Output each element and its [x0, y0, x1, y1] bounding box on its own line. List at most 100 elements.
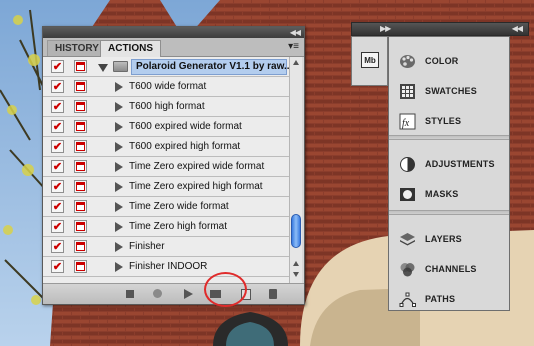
- stop-icon[interactable]: [126, 290, 134, 298]
- toggle-checkbox[interactable]: ✔: [51, 80, 64, 93]
- expand-triangle-icon[interactable]: [115, 182, 123, 192]
- adjustments-icon: [400, 157, 415, 172]
- mask-icon: [400, 188, 415, 201]
- dialog-toggle-icon[interactable]: [74, 220, 87, 233]
- expand-triangle-icon[interactable]: [115, 242, 123, 252]
- action-name: Time Zero high format: [129, 221, 227, 232]
- expand-triangle-icon[interactable]: [115, 82, 123, 92]
- dock-item-adjustments[interactable]: ADJUSTMENTS: [389, 149, 509, 179]
- dialog-toggle-icon[interactable]: [74, 100, 87, 113]
- collapse-dock-icon[interactable]: ◀◀: [512, 23, 523, 35]
- expand-triangle-icon[interactable]: [115, 122, 123, 132]
- dock-titlebar[interactable]: ▶▶ ◀◀: [351, 22, 529, 36]
- play-icon[interactable]: [184, 289, 193, 299]
- action-name: Finisher: [129, 241, 165, 252]
- action-name: T600 wide format: [129, 81, 207, 92]
- action-list: ✔ Polaroid Generator V1.1 by raw... ✔ T6…: [43, 57, 289, 283]
- dock-item-swatches[interactable]: SWATCHES: [389, 76, 509, 106]
- action-set-row[interactable]: ✔ Polaroid Generator V1.1 by raw...: [43, 57, 289, 77]
- scroll-down-arrow-icon[interactable]: [293, 272, 299, 277]
- tab-actions[interactable]: ACTIONS: [100, 40, 161, 57]
- action-row[interactable]: ✔ Finisher INDOOR: [43, 257, 289, 277]
- swatches-icon: [400, 84, 415, 99]
- toggle-checkbox[interactable]: ✔: [51, 180, 64, 193]
- dialog-toggle-icon[interactable]: [74, 80, 87, 93]
- dialog-toggle-icon[interactable]: [74, 160, 87, 173]
- action-row[interactable]: ✔ T600 wide format: [43, 77, 289, 97]
- action-row[interactable]: ✔ Finisher: [43, 237, 289, 257]
- action-name: Finisher INDOOR: [129, 261, 208, 272]
- toggle-checkbox[interactable]: ✔: [51, 100, 64, 113]
- mb-icon[interactable]: Mb: [361, 52, 379, 68]
- dock-item-styles[interactable]: fx STYLES: [389, 106, 509, 136]
- dock-item-masks[interactable]: MASKS: [389, 179, 509, 209]
- toggle-checkbox[interactable]: ✔: [51, 240, 64, 253]
- toggle-checkbox[interactable]: ✔: [51, 200, 64, 213]
- dialog-toggle-icon[interactable]: [74, 240, 87, 253]
- dock-item-layers[interactable]: LAYERS: [389, 224, 509, 254]
- expand-triangle-icon[interactable]: [115, 202, 123, 212]
- scroll-up-arrow-icon[interactable]: [293, 261, 299, 266]
- toggle-checkbox[interactable]: ✔: [51, 140, 64, 153]
- action-row[interactable]: ✔ Time Zero high format: [43, 217, 289, 237]
- expand-dock-icon[interactable]: ▶▶: [380, 23, 391, 35]
- dialog-toggle-icon[interactable]: [74, 260, 87, 273]
- expand-triangle-icon[interactable]: [115, 222, 123, 232]
- action-name: T600 high format: [129, 101, 205, 112]
- panel-label: CHANNELS: [425, 264, 477, 274]
- dock-mini-panel[interactable]: Mb: [351, 36, 388, 86]
- toggle-checkbox[interactable]: ✔: [51, 160, 64, 173]
- action-row[interactable]: ✔ Time Zero wide format: [43, 197, 289, 217]
- action-name: Time Zero expired wide format: [129, 161, 265, 172]
- action-name: T600 expired wide format: [129, 121, 242, 132]
- panel-menu-icon[interactable]: ▾≡: [288, 41, 299, 53]
- action-row[interactable]: ✔ T600 expired high format: [43, 137, 289, 157]
- trash-icon[interactable]: [269, 289, 277, 299]
- toggle-checkbox[interactable]: ✔: [51, 220, 64, 233]
- tab-history[interactable]: HISTORY: [47, 40, 107, 56]
- dialog-toggle-icon[interactable]: [74, 120, 87, 133]
- annotation-circle: [204, 272, 247, 307]
- actions-panel: ◀◀ HISTORY ACTIONS ▾≡ ✔ Polaroid Generat…: [42, 26, 305, 307]
- layers-icon: [400, 233, 415, 246]
- action-row[interactable]: ✔ Time Zero expired wide format: [43, 157, 289, 177]
- dock-item-color[interactable]: COLOR: [389, 46, 509, 76]
- action-row[interactable]: ✔ Time Zero expired high format: [43, 177, 289, 197]
- toggle-checkbox[interactable]: ✔: [51, 60, 64, 73]
- action-set-name: Polaroid Generator V1.1 by raw...: [136, 61, 289, 72]
- panel-label: PATHS: [425, 294, 456, 304]
- action-row[interactable]: ✔ T600 high format: [43, 97, 289, 117]
- fx-styles-icon: fx: [399, 113, 416, 130]
- collapse-icon[interactable]: ◀◀: [290, 27, 301, 38]
- expand-triangle-icon[interactable]: [115, 162, 123, 172]
- action-name: T600 expired high format: [129, 141, 241, 152]
- dock-divider[interactable]: [389, 135, 509, 140]
- action-name: Time Zero wide format: [129, 201, 229, 212]
- vertical-scrollbar[interactable]: [289, 57, 302, 283]
- panel-titlebar[interactable]: ◀◀: [43, 27, 304, 38]
- dialog-toggle-icon[interactable]: [74, 60, 87, 73]
- record-icon[interactable]: [153, 289, 162, 298]
- paths-icon: [399, 292, 416, 307]
- panel-label: SWATCHES: [425, 86, 477, 96]
- channels-icon: [400, 263, 415, 277]
- panel-label: LAYERS: [425, 234, 462, 244]
- dock-divider[interactable]: [389, 210, 509, 215]
- expand-triangle-icon[interactable]: [115, 142, 123, 152]
- dialog-toggle-icon[interactable]: [74, 180, 87, 193]
- toggle-checkbox[interactable]: ✔: [51, 120, 64, 133]
- dialog-toggle-icon[interactable]: [74, 140, 87, 153]
- expand-triangle-icon[interactable]: [98, 64, 108, 72]
- action-row[interactable]: ✔ T600 expired wide format: [43, 117, 289, 137]
- dialog-toggle-icon[interactable]: [74, 200, 87, 213]
- panel-tabs: HISTORY ACTIONS ▾≡: [43, 38, 304, 57]
- scroll-thumb[interactable]: [291, 214, 301, 248]
- action-name: Time Zero expired high format: [129, 181, 263, 192]
- toggle-checkbox[interactable]: ✔: [51, 260, 64, 273]
- dock-item-paths[interactable]: PATHS: [389, 284, 509, 314]
- panel-label: ADJUSTMENTS: [425, 159, 495, 169]
- expand-triangle-icon[interactable]: [115, 102, 123, 112]
- dock-item-channels[interactable]: CHANNELS: [389, 254, 509, 284]
- actions-toolbar: [43, 283, 304, 304]
- expand-triangle-icon[interactable]: [115, 262, 123, 272]
